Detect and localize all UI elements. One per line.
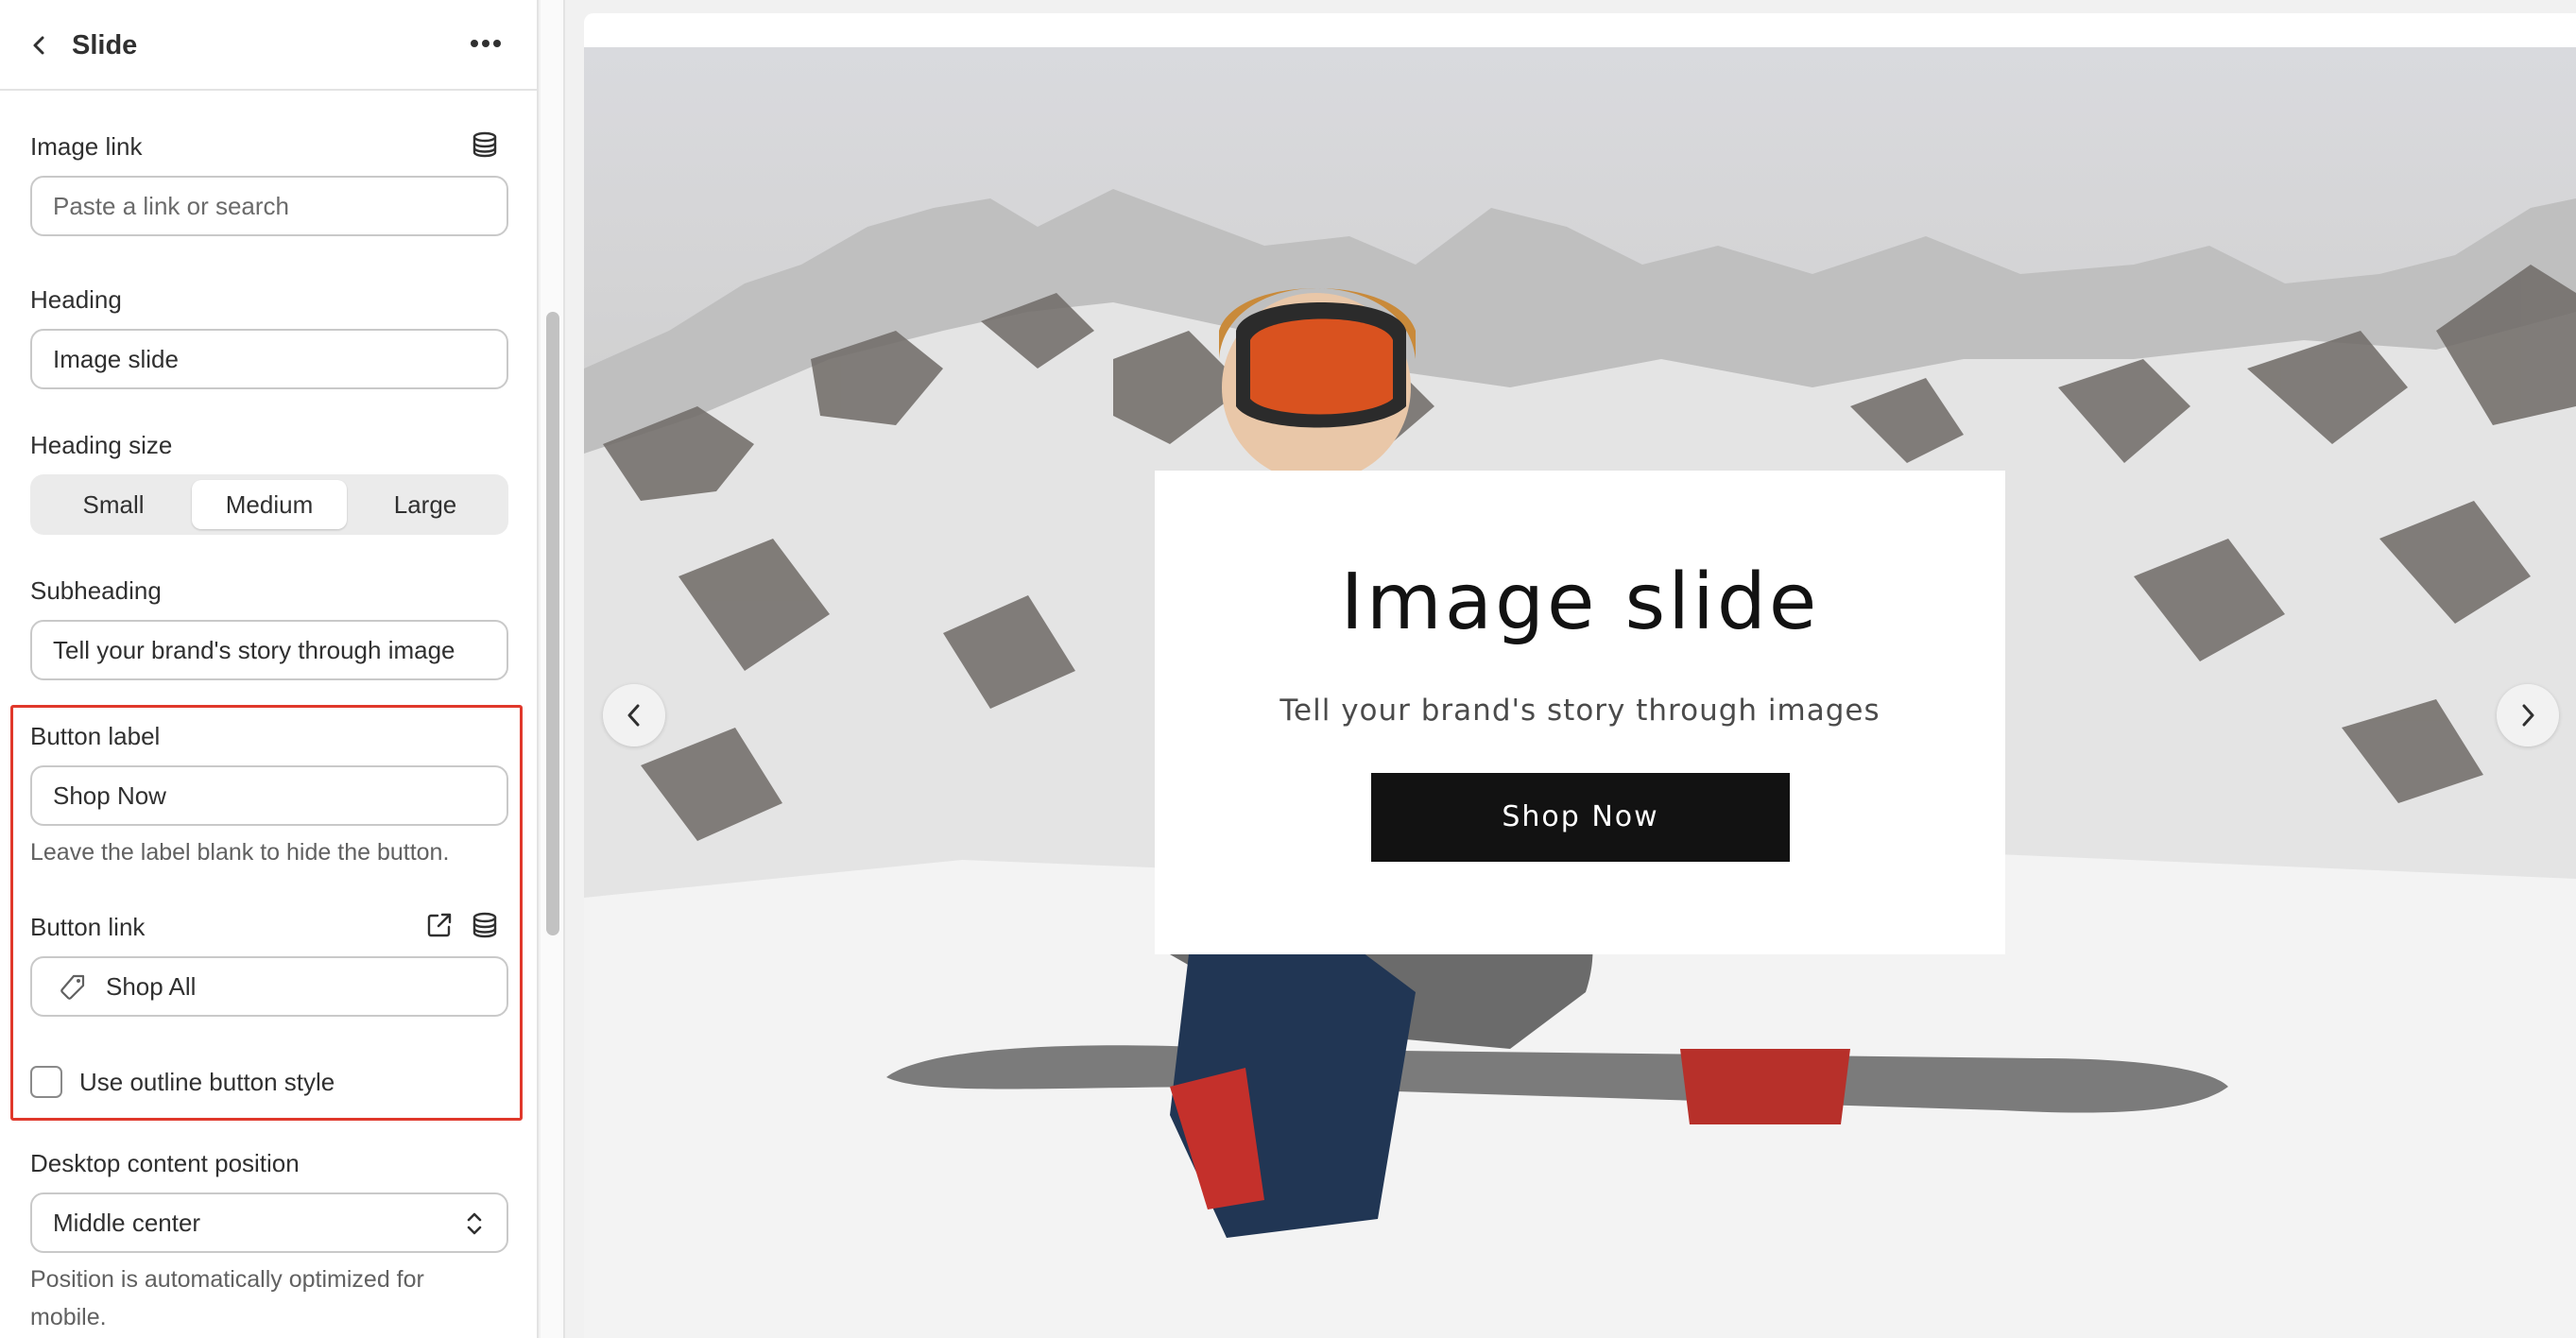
dynamic-source-icon[interactable] bbox=[471, 130, 499, 159]
heading-input[interactable]: Image slide bbox=[30, 329, 508, 389]
slide-subheading: Tell your brand's story through images bbox=[1279, 694, 1880, 728]
slide-prev-button[interactable] bbox=[603, 684, 665, 746]
back-button[interactable] bbox=[21, 26, 59, 64]
desktop-position-label: Desktop content position bbox=[30, 1149, 300, 1177]
slide-content-card: Image slide Tell your brand's story thro… bbox=[1155, 471, 2005, 954]
dynamic-source-icon[interactable] bbox=[471, 911, 499, 939]
more-actions-button[interactable] bbox=[467, 25, 505, 62]
desktop-position-select[interactable]: Middle center bbox=[30, 1192, 508, 1253]
slide-next-button[interactable] bbox=[2497, 684, 2559, 746]
heading-size-small[interactable]: Small bbox=[36, 480, 191, 529]
image-link-input[interactable]: Paste a link or search bbox=[30, 176, 508, 236]
heading-size-medium[interactable]: Medium bbox=[192, 480, 347, 529]
button-label-input[interactable]: Shop Now bbox=[30, 765, 508, 826]
chevron-right-icon bbox=[2522, 704, 2534, 727]
button-link-label: Button link bbox=[30, 913, 146, 941]
external-link-icon[interactable] bbox=[425, 911, 454, 939]
desktop-position-help-2: mobile. bbox=[30, 1304, 107, 1330]
heading-size-segmented-control: Small Medium Large bbox=[30, 474, 508, 535]
chevron-left-icon bbox=[627, 704, 640, 727]
shop-now-button[interactable]: Shop Now bbox=[1371, 773, 1790, 862]
outline-style-checkbox[interactable] bbox=[30, 1066, 62, 1098]
heading-size-label: Heading size bbox=[30, 431, 173, 459]
sidebar-title: Slide bbox=[72, 30, 138, 60]
button-label-label: Button label bbox=[30, 722, 161, 750]
slide-heading: Image slide bbox=[1340, 558, 1820, 647]
desktop-position-help-1: Position is automatically optimized for bbox=[30, 1266, 424, 1293]
image-link-label: Image link bbox=[30, 132, 143, 161]
button-link-input[interactable]: Shop All bbox=[30, 956, 508, 1017]
chevron-left-icon bbox=[33, 36, 44, 55]
select-chevrons-icon bbox=[467, 1212, 482, 1235]
ellipsis-icon bbox=[471, 40, 501, 47]
settings-sidebar: Slide Image link Paste a link or search … bbox=[0, 0, 539, 1338]
sidebar-header: Slide bbox=[0, 0, 537, 91]
sidebar-scrollbar[interactable] bbox=[546, 312, 559, 935]
subheading-input[interactable]: Tell your brand's story through image bbox=[30, 620, 508, 680]
tag-icon bbox=[60, 974, 85, 1000]
heading-label: Heading bbox=[30, 285, 122, 314]
button-label-help: Leave the label blank to hide the button… bbox=[30, 839, 450, 866]
subheading-label: Subheading bbox=[30, 576, 162, 605]
slideshow-preview: Image slide Tell your brand's story thro… bbox=[584, 47, 2576, 1338]
desktop-position-value: Middle center bbox=[53, 1209, 201, 1237]
outline-style-label: Use outline button style bbox=[79, 1068, 335, 1096]
heading-size-large[interactable]: Large bbox=[348, 480, 503, 529]
preview-header-strip bbox=[584, 13, 2576, 47]
button-link-value: Shop All bbox=[106, 972, 197, 1001]
